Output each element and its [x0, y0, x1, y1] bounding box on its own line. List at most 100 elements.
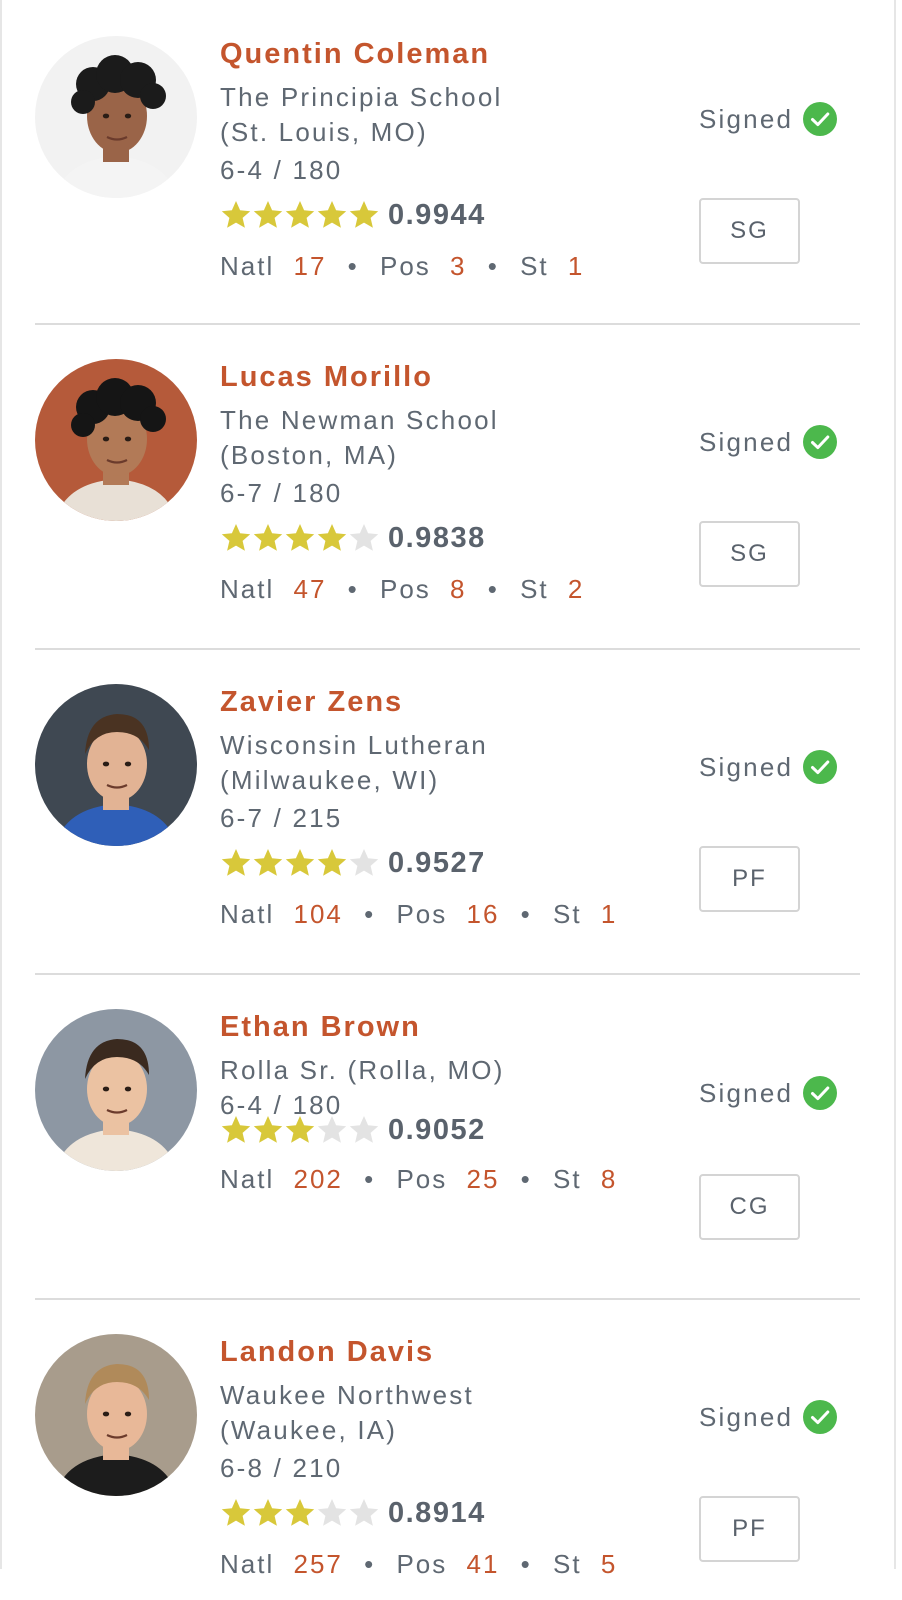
status: Signed	[699, 1076, 838, 1110]
player-name[interactable]: Zavier Zens	[220, 686, 403, 719]
rankings: Natl 17 • Pos 3 • St 1	[220, 251, 584, 282]
separator-dot: •	[520, 1164, 532, 1194]
status-label: Signed	[699, 426, 794, 457]
separator-dot: •	[347, 574, 359, 604]
status: Signed	[699, 425, 838, 459]
school-line: Wisconsin Lutheran	[220, 730, 488, 760]
player-name[interactable]: Landon Davis	[220, 1336, 434, 1369]
rating-score: 0.9838	[388, 521, 486, 554]
status: Signed	[699, 1400, 838, 1434]
pos-rank: 8	[450, 574, 467, 604]
natl-label: Natl	[220, 1549, 275, 1579]
star-filled-icon	[221, 1499, 251, 1526]
star-filled-icon	[221, 1116, 251, 1143]
player-avatar[interactable]	[35, 1334, 197, 1496]
natl-rank: 257	[293, 1549, 343, 1579]
player-row[interactable]: Lucas Morillo The Newman School (Boston, …	[0, 325, 902, 650]
player-name[interactable]: Quentin Coleman	[220, 38, 490, 71]
status-label: Signed	[699, 1077, 794, 1108]
st-label: St	[520, 574, 549, 604]
height-weight: 6-8 / 210	[220, 1453, 343, 1483]
star-filled-icon	[221, 849, 251, 876]
separator-dot: •	[364, 1549, 376, 1579]
position-badge[interactable]: SG	[699, 521, 800, 587]
star-filled-icon	[285, 524, 315, 551]
star-empty-icon	[349, 524, 379, 551]
natl-label: Natl	[220, 251, 275, 281]
player-row[interactable]: Quentin Coleman The Principia School (St.…	[0, 0, 902, 325]
star-filled-icon	[317, 201, 347, 228]
player-avatar[interactable]	[35, 36, 197, 198]
status: Signed	[699, 750, 838, 784]
star-filled-icon	[221, 201, 251, 228]
check-circle-icon	[803, 1076, 838, 1110]
pos-label: Pos	[396, 1164, 448, 1194]
height-weight: 6-7 / 180	[220, 478, 343, 508]
star-filled-icon	[221, 524, 251, 551]
rankings: Natl 257 • Pos 41 • St 5	[220, 1549, 617, 1580]
position-badge[interactable]: PF	[699, 1496, 800, 1562]
school-line: Waukee Northwest	[220, 1380, 474, 1410]
player-row[interactable]: Landon Davis Waukee Northwest (Waukee, IA…	[0, 1300, 902, 1600]
position-badge[interactable]: CG	[699, 1174, 800, 1240]
school-line: (Waukee, IA)	[220, 1415, 398, 1445]
star-filled-icon	[285, 201, 315, 228]
height-weight: 6-7 / 215	[220, 803, 343, 833]
separator-dot: •	[364, 899, 376, 929]
school-line: (Milwaukee, WI)	[220, 765, 440, 795]
star-rating: 0.9944	[220, 198, 486, 232]
star-filled-icon	[349, 201, 379, 228]
star-filled-icon	[317, 524, 347, 551]
state-rank: 1	[600, 899, 618, 929]
school-line: (Boston, MA)	[220, 440, 399, 470]
separator-dot: •	[364, 1164, 376, 1194]
school-line: The Principia School	[220, 82, 503, 112]
player-row[interactable]: Zavier Zens Wisconsin Lutheran (Milwaukee…	[0, 650, 902, 975]
star-empty-icon	[349, 1116, 379, 1143]
separator-dot: •	[487, 574, 499, 604]
star-filled-icon	[253, 849, 283, 876]
separator-dot: •	[520, 899, 532, 929]
pos-rank: 3	[450, 251, 467, 281]
star-filled-icon	[253, 1499, 283, 1526]
natl-rank: 202	[293, 1164, 343, 1194]
player-name[interactable]: Lucas Morillo	[220, 361, 433, 394]
player-photo	[35, 1009, 197, 1171]
star-rating: 0.9838	[220, 521, 486, 555]
state-rank: 2	[567, 574, 585, 604]
school-line: The Newman School	[220, 405, 499, 435]
player-name[interactable]: Ethan Brown	[220, 1011, 421, 1044]
pos-label: Pos	[396, 1549, 448, 1579]
star-empty-icon	[349, 1499, 379, 1526]
st-label: St	[553, 899, 582, 929]
rating-score: 0.9944	[388, 198, 486, 231]
separator-dot: •	[520, 1549, 532, 1579]
height-weight: 6-4 / 180	[220, 155, 343, 185]
status-label: Signed	[699, 1401, 794, 1432]
position-badge[interactable]: SG	[699, 198, 800, 264]
natl-rank: 17	[293, 251, 327, 281]
star-filled-icon	[285, 1499, 315, 1526]
star-rating: 0.9527	[220, 846, 486, 880]
status-label: Signed	[699, 751, 794, 782]
player-photo	[35, 684, 197, 846]
rating-score: 0.9052	[388, 1113, 486, 1146]
school-line: (St. Louis, MO)	[220, 117, 428, 147]
pos-label: Pos	[396, 899, 448, 929]
status-label: Signed	[699, 103, 794, 134]
rating-score: 0.9527	[388, 846, 486, 879]
player-avatar[interactable]	[35, 359, 197, 521]
player-avatar[interactable]	[35, 1009, 197, 1171]
player-avatar[interactable]	[35, 684, 197, 846]
school-line: Rolla Sr. (Rolla, MO)	[220, 1055, 505, 1085]
check-circle-icon	[803, 1400, 838, 1434]
star-empty-icon	[317, 1116, 347, 1143]
rankings: Natl 47 • Pos 8 • St 2	[220, 574, 584, 605]
star-filled-icon	[285, 849, 315, 876]
commit-list: Quentin Coleman The Principia School (St.…	[0, 0, 902, 1600]
player-photo	[35, 359, 197, 521]
player-row[interactable]: Ethan Brown Rolla Sr. (Rolla, MO) 6-4 / …	[0, 975, 902, 1300]
natl-label: Natl	[220, 574, 275, 604]
star-filled-icon	[253, 524, 283, 551]
position-badge[interactable]: PF	[699, 846, 800, 912]
